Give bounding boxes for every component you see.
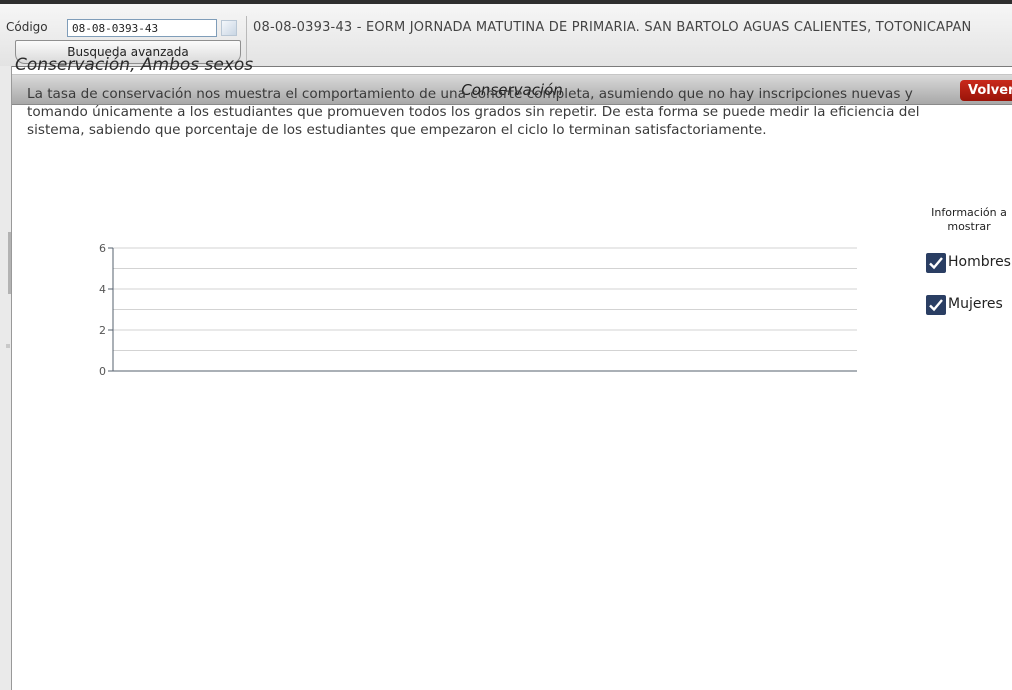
label-hombres: Hombres	[948, 254, 1011, 270]
left-frame-mark	[8, 232, 11, 294]
left-frame	[0, 66, 12, 690]
chart-y-tick-label: 0	[99, 365, 106, 378]
chart-y-tick-label: 2	[99, 324, 106, 337]
description-text: La tasa de conservación nos muestra el c…	[27, 86, 920, 138]
left-frame-dot	[6, 344, 10, 348]
label-mujeres: Mujeres	[948, 296, 1003, 312]
section-title: Conservación, Ambos sexos	[15, 55, 254, 75]
school-name: 08-08-0393-43 - EORM JORNADA MATUTINA DE…	[253, 20, 972, 35]
back-button[interactable]: Volver	[960, 80, 1012, 101]
code-label: Código	[6, 20, 48, 34]
lookup-icon[interactable]	[221, 20, 237, 36]
options-title: Información a mostrar	[931, 206, 1007, 233]
chart-y-tick-label: 6	[99, 242, 106, 255]
checkmark-icon	[929, 257, 943, 270]
checkmark-icon	[929, 299, 943, 312]
checkbox-hombres[interactable]	[926, 253, 946, 273]
conservation-chart: 0 2 4 6	[99, 242, 857, 378]
code-input[interactable]	[67, 19, 217, 37]
chart-y-tick-label: 4	[99, 283, 106, 296]
checkbox-mujeres[interactable]	[926, 295, 946, 315]
